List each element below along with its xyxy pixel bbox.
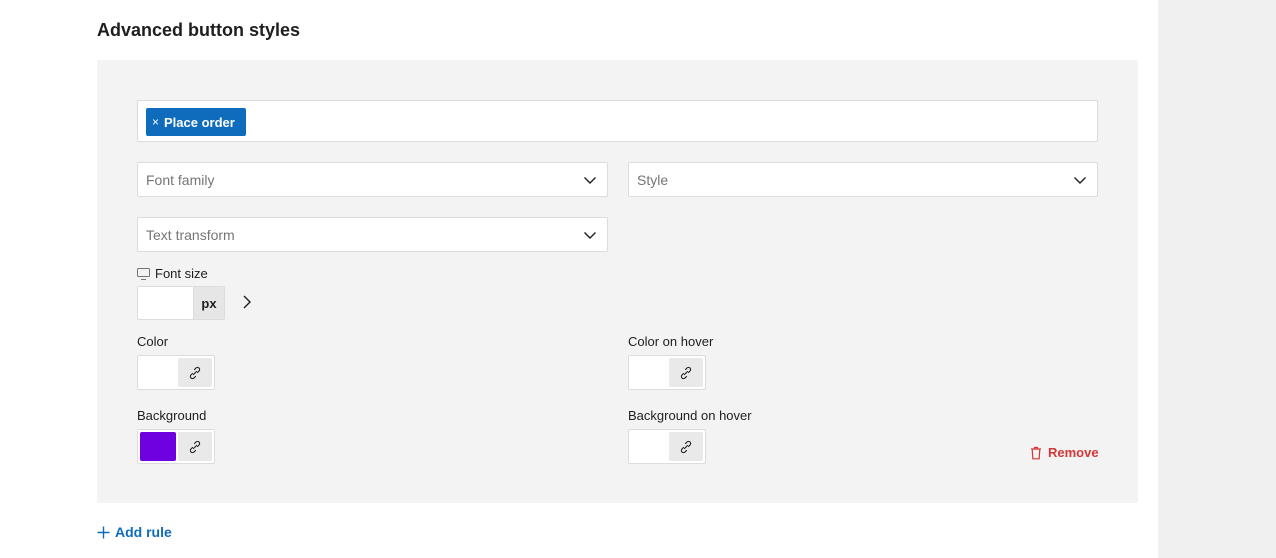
trash-icon [1031,446,1041,459]
right-gutter [1158,0,1276,558]
chevron-right-icon[interactable] [240,294,254,310]
selector-token-field[interactable]: × Place order [137,100,1098,142]
color-picker[interactable] [137,355,215,390]
chevron-down-icon [1074,177,1086,184]
color-hover-label: Color on hover [628,334,714,349]
font-size-label: Font size [155,266,208,281]
text-transform-placeholder: Text transform [146,226,235,243]
add-rule-button[interactable]: Add rule [97,524,172,540]
background-hover-link-button[interactable] [669,432,703,461]
remove-rule-button[interactable]: Remove [1030,445,1099,460]
background-hover-picker[interactable] [628,429,706,464]
font-family-select[interactable]: Font family [137,162,608,197]
token-place-order: × Place order [146,108,246,136]
plus-icon [97,526,110,538]
background-link-button[interactable] [178,432,212,461]
chevron-down-icon [584,232,596,239]
color-hover-link-button[interactable] [669,358,703,387]
token-label: Place order [164,114,235,130]
chevron-down-icon [584,177,596,184]
monitor-icon[interactable] [137,268,150,280]
background-hover-label: Background on hover [628,408,752,423]
background-label: Background [137,408,207,423]
style-placeholder: Style [637,171,669,188]
link-icon [189,440,201,453]
add-rule-label: Add rule [115,524,172,540]
font-size-input[interactable]: px [137,286,225,320]
color-label: Color [137,334,169,349]
link-icon [680,366,692,379]
section-title: Advanced button styles [97,20,301,40]
font-family-placeholder: Font family [146,171,215,188]
color-swatch[interactable] [140,358,176,387]
color-hover-swatch[interactable] [631,358,667,387]
background-picker[interactable] [137,429,215,464]
background-hover-swatch[interactable] [631,432,667,461]
background-swatch[interactable] [140,432,176,461]
link-icon [189,366,201,379]
color-hover-picker[interactable] [628,355,706,390]
color-link-button[interactable] [178,358,212,387]
text-transform-select[interactable]: Text transform [137,217,608,252]
font-size-unit[interactable]: px [193,287,224,319]
style-select[interactable]: Style [628,162,1098,197]
remove-label: Remove [1048,445,1099,460]
token-remove-icon[interactable]: × [152,115,159,129]
rule-panel: × Place order Font family Style Text tra… [97,60,1138,503]
link-icon [680,440,692,453]
